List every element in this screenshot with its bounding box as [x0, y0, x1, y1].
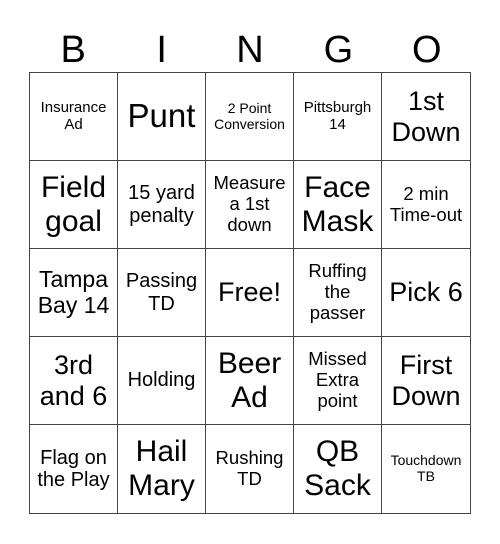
bingo-cell[interactable]: Measure a 1st down — [206, 161, 294, 249]
bingo-cell[interactable]: 1st Down — [382, 73, 470, 161]
header-letter-i: I — [156, 29, 167, 71]
bingo-grid: Insurance Ad Punt 2 Point Conversion Pit… — [29, 72, 471, 514]
bingo-cell[interactable]: Holding — [118, 337, 206, 425]
bingo-cell[interactable]: 2 Point Conversion — [206, 73, 294, 161]
bingo-cell[interactable]: Missed Extra point — [294, 337, 382, 425]
bingo-cell[interactable]: Insurance Ad — [30, 73, 118, 161]
bingo-cell[interactable]: Ruffing the passer — [294, 249, 382, 337]
bingo-cell[interactable]: Pick 6 — [382, 249, 470, 337]
header-letter-o: O — [412, 29, 442, 71]
header-letter-n: N — [236, 29, 264, 71]
bingo-cell[interactable]: Punt — [118, 73, 206, 161]
bingo-cell[interactable]: Touchdown TB — [382, 425, 470, 513]
bingo-cell[interactable]: Tampa Bay 14 — [30, 249, 118, 337]
bingo-cell[interactable]: Beer Ad — [206, 337, 294, 425]
bingo-cell[interactable]: Passing TD — [118, 249, 206, 337]
bingo-cell[interactable]: QB Sack — [294, 425, 382, 513]
bingo-cell[interactable]: Hail Mary — [118, 425, 206, 513]
bingo-cell[interactable]: Flag on the Play — [30, 425, 118, 513]
free-space[interactable]: Free! — [206, 249, 294, 337]
bingo-cell[interactable]: Rushing TD — [206, 425, 294, 513]
bingo-cell[interactable]: Field goal — [30, 161, 118, 249]
bingo-cell[interactable]: 2 min Time-out — [382, 161, 470, 249]
bingo-cell[interactable]: Pittsburgh 14 — [294, 73, 382, 161]
header-letter-b: B — [60, 29, 86, 71]
bingo-header: B I N G O — [29, 28, 471, 72]
bingo-cell[interactable]: 15 yard penalty — [118, 161, 206, 249]
header-letter-g: G — [323, 29, 354, 71]
bingo-cell[interactable]: 3rd and 6 — [30, 337, 118, 425]
bingo-cell[interactable]: First Down — [382, 337, 470, 425]
bingo-cell[interactable]: Face Mask — [294, 161, 382, 249]
